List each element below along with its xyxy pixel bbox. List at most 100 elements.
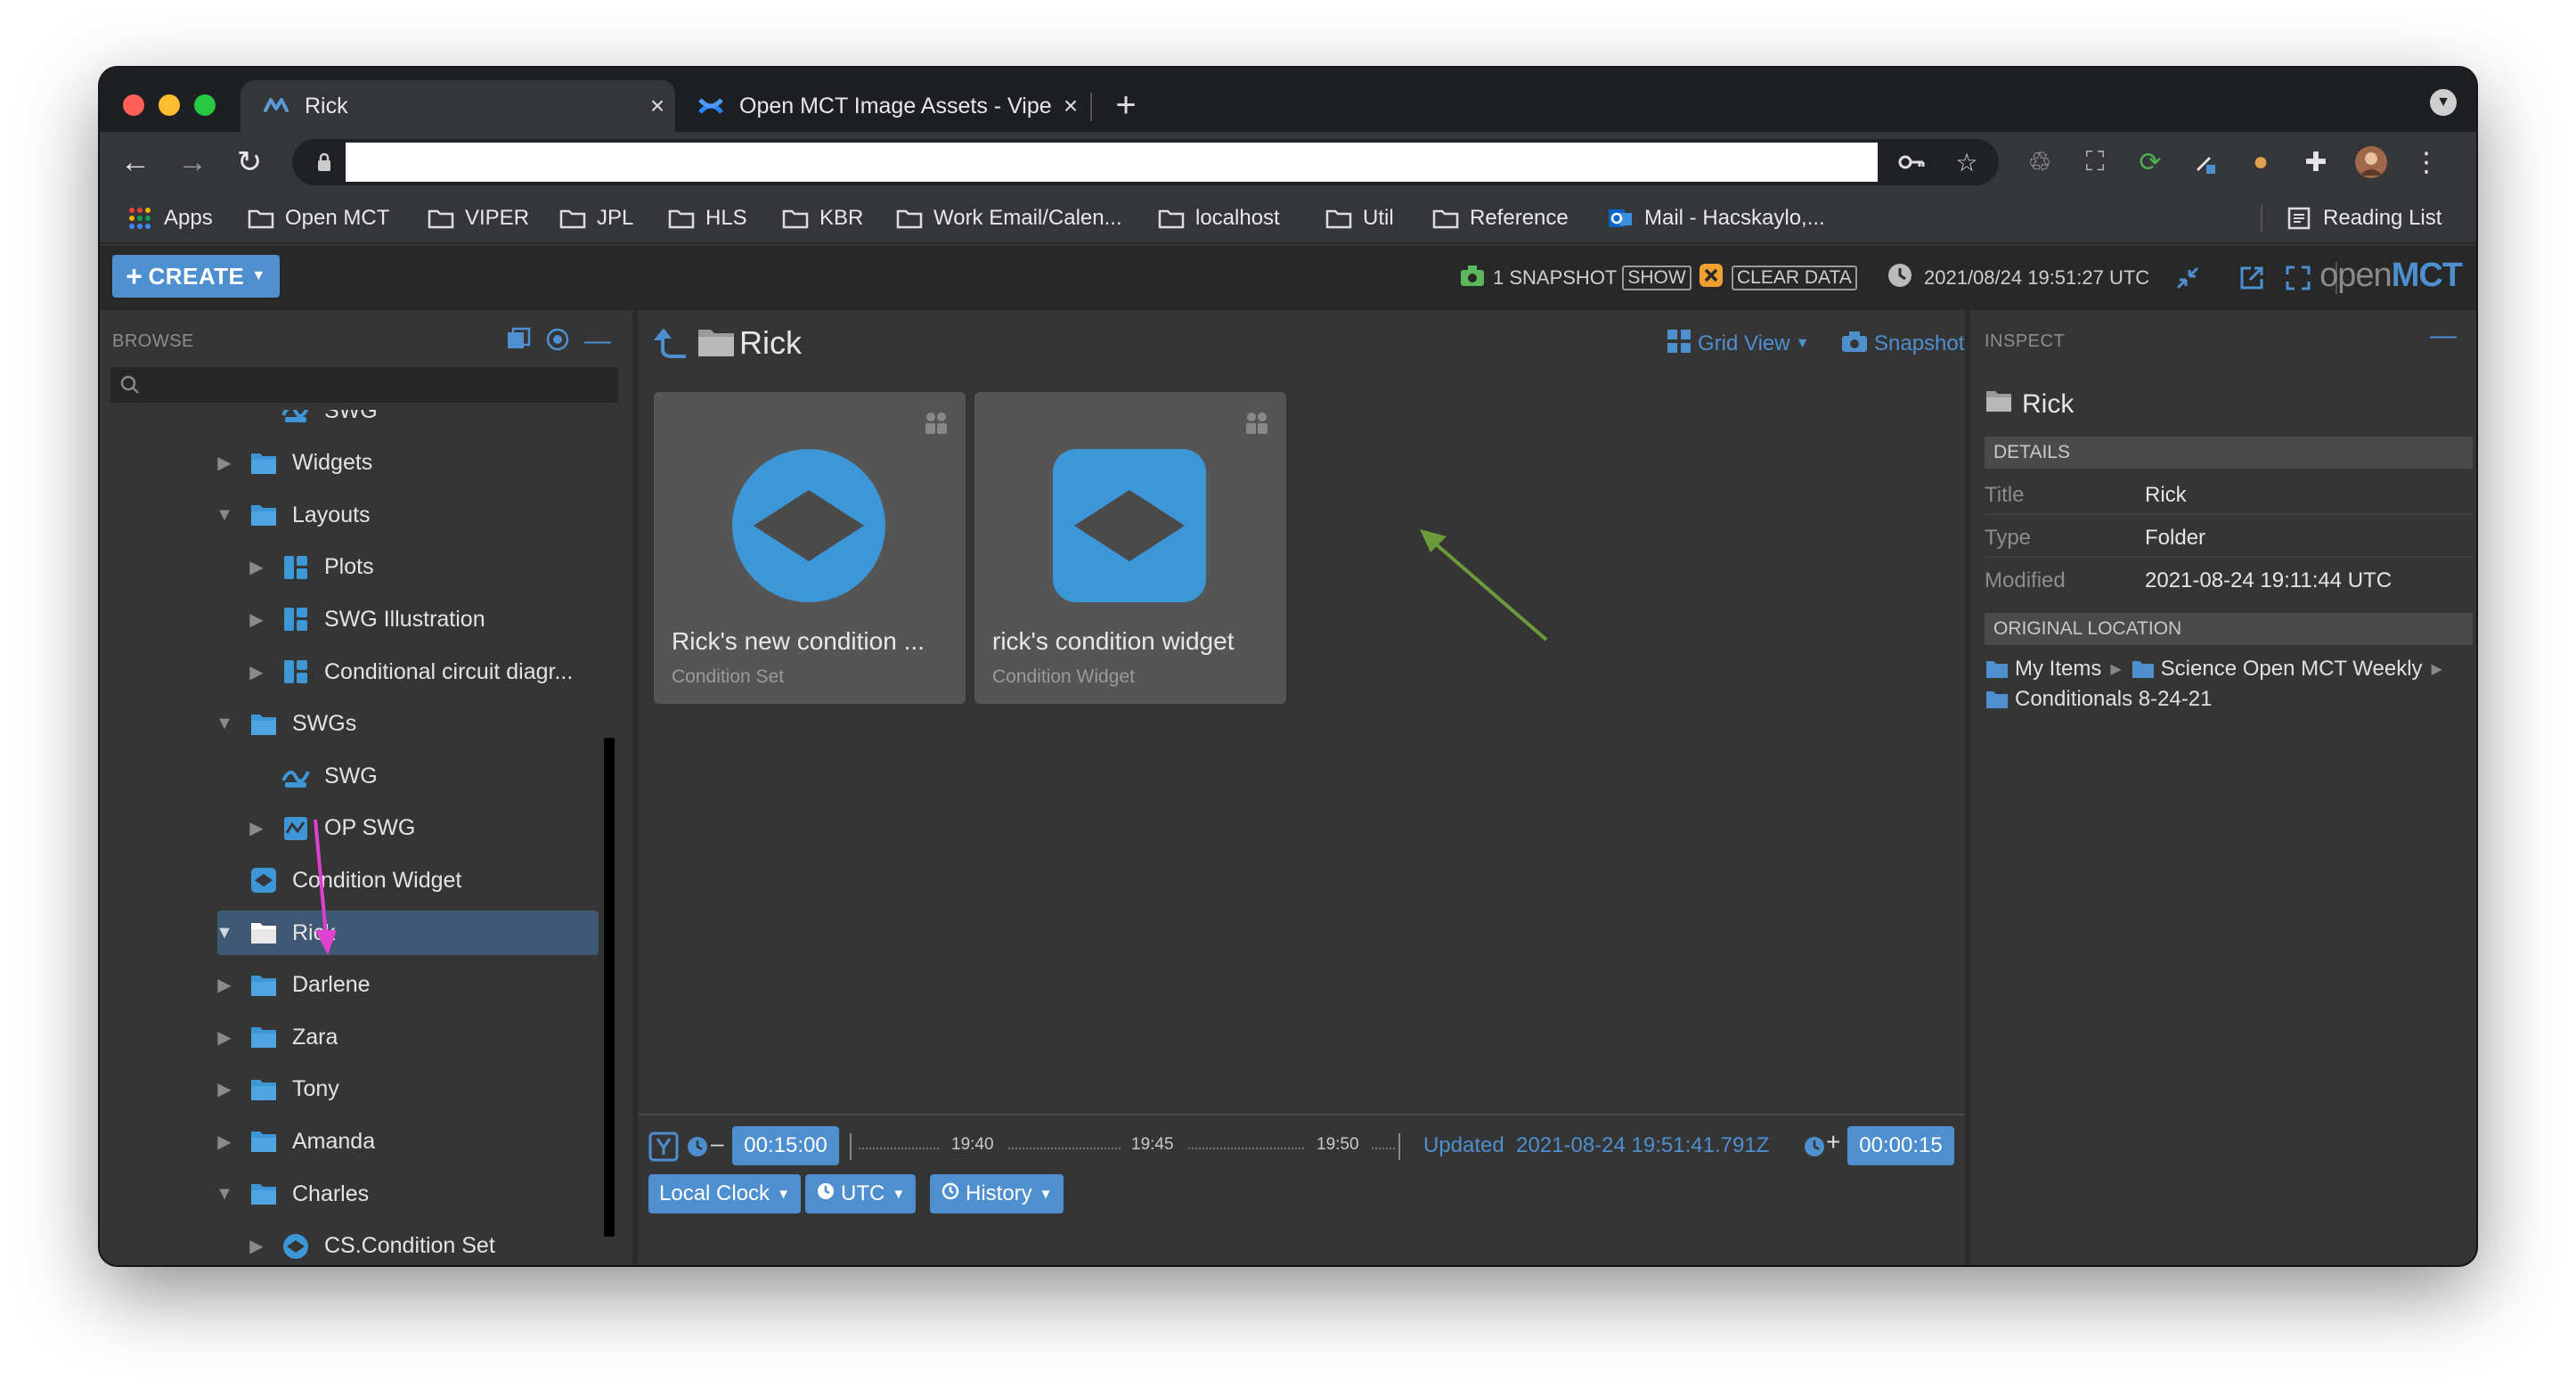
eyedropper-extension-icon[interactable] — [2186, 143, 2225, 182]
tree-item[interactable]: ▶ Zara — [100, 1015, 599, 1059]
folder-icon — [780, 205, 811, 232]
bookmark-kbr[interactable]: KBR — [780, 200, 863, 237]
close-tab-icon[interactable]: × — [640, 92, 675, 120]
bookmark-work-email[interactable]: Work Email/Calen... — [894, 200, 1122, 237]
grid-item-condition-widget[interactable]: rick's condition widget Condition Widget — [974, 392, 1286, 704]
bookmark-mail[interactable]: Mail - Hacskaylo,... — [1605, 200, 1825, 237]
time-system-toggle-icon[interactable] — [648, 1131, 679, 1162]
tree-item[interactable]: ▼ Charles — [100, 1172, 599, 1216]
reading-list-button[interactable]: Reading List — [2284, 200, 2441, 237]
tree-item[interactable]: Condition Widget — [100, 858, 599, 903]
tab-image-assets[interactable]: Open MCT Image Assets - Viper × — [675, 80, 1088, 132]
collapse-inspector-icon[interactable]: — — [2430, 321, 2457, 351]
tree-item-label: Charles — [292, 1181, 370, 1206]
location-link[interactable]: Science Open MCT Weekly — [2161, 657, 2423, 682]
expand-arrow-down-icon[interactable]: ▼ — [214, 505, 235, 526]
grid-item-condition-set[interactable]: Rick's new condition ... Condition Set — [654, 392, 966, 704]
tab-search-icon[interactable]: ▼ — [2430, 89, 2457, 116]
tree-item-label: Zara — [292, 1024, 338, 1050]
expand-arrow-down-icon[interactable]: ▼ — [214, 923, 235, 944]
tree-item[interactable]: ▼ Layouts — [100, 493, 599, 537]
tree-item[interactable]: ▶ SWG Illustration — [100, 597, 599, 641]
snapshot-menu[interactable]: Snapshot ▼ — [1840, 328, 1984, 360]
navigate-up-icon[interactable] — [653, 326, 689, 364]
close-tab-icon[interactable]: × — [1053, 92, 1088, 120]
collapse-browse-icon[interactable]: — — [584, 326, 611, 356]
bookmark-viper[interactable]: VIPER — [426, 200, 529, 237]
bookmark-apps[interactable]: Apps — [125, 200, 213, 237]
tree-item[interactable]: ▼ SWGs — [100, 702, 599, 747]
create-button[interactable]: + CREATE ▼ — [112, 255, 280, 298]
tree-item[interactable]: SWG — [100, 410, 599, 433]
expand-arrow-right-icon[interactable]: ▶ — [214, 452, 235, 474]
expand-arrow-right-icon[interactable]: ▶ — [214, 1131, 235, 1153]
key-icon[interactable] — [1895, 146, 1928, 178]
fullscreen-icon[interactable] — [2282, 262, 2314, 294]
browse-splitter[interactable] — [632, 310, 638, 1265]
forward-arrow-icon[interactable]: → — [171, 141, 214, 184]
bookmark-open-mct[interactable]: Open MCT — [246, 200, 389, 237]
expand-arrow-down-icon[interactable]: ▼ — [214, 714, 235, 734]
tab-rick[interactable]: Rick × — [240, 80, 675, 132]
cookie-extension-icon[interactable]: ● — [2241, 143, 2280, 182]
end-offset-input[interactable]: 00:00:15 — [1847, 1126, 1954, 1165]
recycle-extension-icon[interactable]: ♲ — [2020, 143, 2059, 182]
screenshot-extension-icon[interactable]: ⛶ — [2075, 143, 2115, 182]
tree-item[interactable]: ▶ Amanda — [100, 1119, 599, 1164]
minimize-window-button[interactable] — [159, 94, 180, 116]
close-window-button[interactable] — [123, 94, 144, 116]
snapshot-show-button[interactable]: SHOW — [1622, 266, 1692, 290]
tree-scrollbar[interactable] — [604, 738, 615, 1237]
tree-item[interactable]: ▶ Plots — [100, 545, 599, 590]
expand-arrow-right-icon[interactable]: ▶ — [214, 1078, 235, 1100]
location-link[interactable]: Conditionals 8-24-21 — [2015, 687, 2212, 712]
collapse-pane-icon[interactable] — [2172, 262, 2204, 294]
profile-avatar[interactable] — [2352, 143, 2391, 182]
time-system-menu[interactable]: UTC ▼ — [805, 1174, 917, 1213]
expand-arrow-right-icon[interactable]: ▶ — [246, 1235, 267, 1257]
inspector-title: Rick — [1985, 385, 2074, 424]
search-input[interactable] — [146, 367, 609, 403]
tree-item[interactable]: ▶ Darlene — [100, 963, 599, 1008]
expand-arrow-right-icon[interactable]: ▶ — [214, 974, 235, 996]
browser-menu-icon[interactable]: ⋮ — [2407, 143, 2446, 182]
history-menu[interactable]: History ▼ — [930, 1174, 1064, 1213]
bookmark-jpl[interactable]: JPL — [558, 200, 633, 237]
back-arrow-icon[interactable]: ← — [114, 141, 157, 184]
new-window-icon[interactable] — [2236, 262, 2268, 294]
start-offset-input[interactable]: 00:15:00 — [732, 1126, 839, 1165]
expand-arrow-down-icon[interactable]: ▼ — [214, 1184, 235, 1205]
new-tab-tree-icon[interactable] — [506, 327, 531, 356]
tree-item[interactable]: ▶ CS.Condition Set — [100, 1224, 599, 1265]
sync-extension-icon[interactable]: ⟳ — [2131, 143, 2170, 182]
bookmark-util[interactable]: Util — [1324, 200, 1394, 237]
tree-item[interactable]: ▶ Widgets — [100, 441, 599, 486]
clock-mode-menu[interactable]: Local Clock ▼ — [648, 1174, 801, 1213]
tree-item[interactable]: SWG — [100, 754, 599, 798]
zoom-window-button[interactable] — [194, 94, 216, 116]
tree-item[interactable]: ▶ Conditional circuit diagr... — [100, 649, 599, 694]
clear-data-button[interactable]: CLEAR DATA — [1732, 266, 1857, 290]
target-locate-icon[interactable] — [545, 327, 570, 356]
expand-arrow-right-icon[interactable]: ▶ — [246, 661, 267, 683]
url-input[interactable] — [346, 143, 1878, 182]
chevron-down-icon: ▼ — [1039, 1186, 1053, 1202]
bookmark-localhost[interactable]: localhost — [1156, 200, 1280, 237]
expand-arrow-right-icon[interactable]: ▶ — [214, 1026, 235, 1049]
reload-icon[interactable]: ↻ — [228, 141, 271, 184]
expand-arrow-right-icon[interactable]: ▶ — [246, 817, 267, 839]
bookmark-hls[interactable]: HLS — [666, 200, 747, 237]
bookmark-reference[interactable]: Reference — [1431, 200, 1569, 237]
new-tab-button[interactable]: + — [1106, 86, 1145, 126]
tree-item[interactable]: ▶ Tony — [100, 1067, 599, 1112]
expand-arrow-right-icon[interactable]: ▶ — [246, 556, 267, 578]
tree-item[interactable]: ▼ Rick — [214, 911, 599, 955]
annotation-arrow-pink — [314, 819, 337, 955]
location-link[interactable]: My Items — [2015, 657, 2101, 682]
expand-arrow-right-icon[interactable]: ▶ — [246, 609, 267, 631]
grid-view-menu[interactable]: Grid View ▼ — [1666, 328, 1809, 360]
lock-icon[interactable] — [312, 150, 337, 175]
star-icon[interactable]: ☆ — [1951, 146, 1983, 178]
tree-item[interactable]: ▶ OP SWG — [100, 806, 599, 851]
puzzle-extensions-icon[interactable]: ✚ — [2296, 143, 2336, 182]
